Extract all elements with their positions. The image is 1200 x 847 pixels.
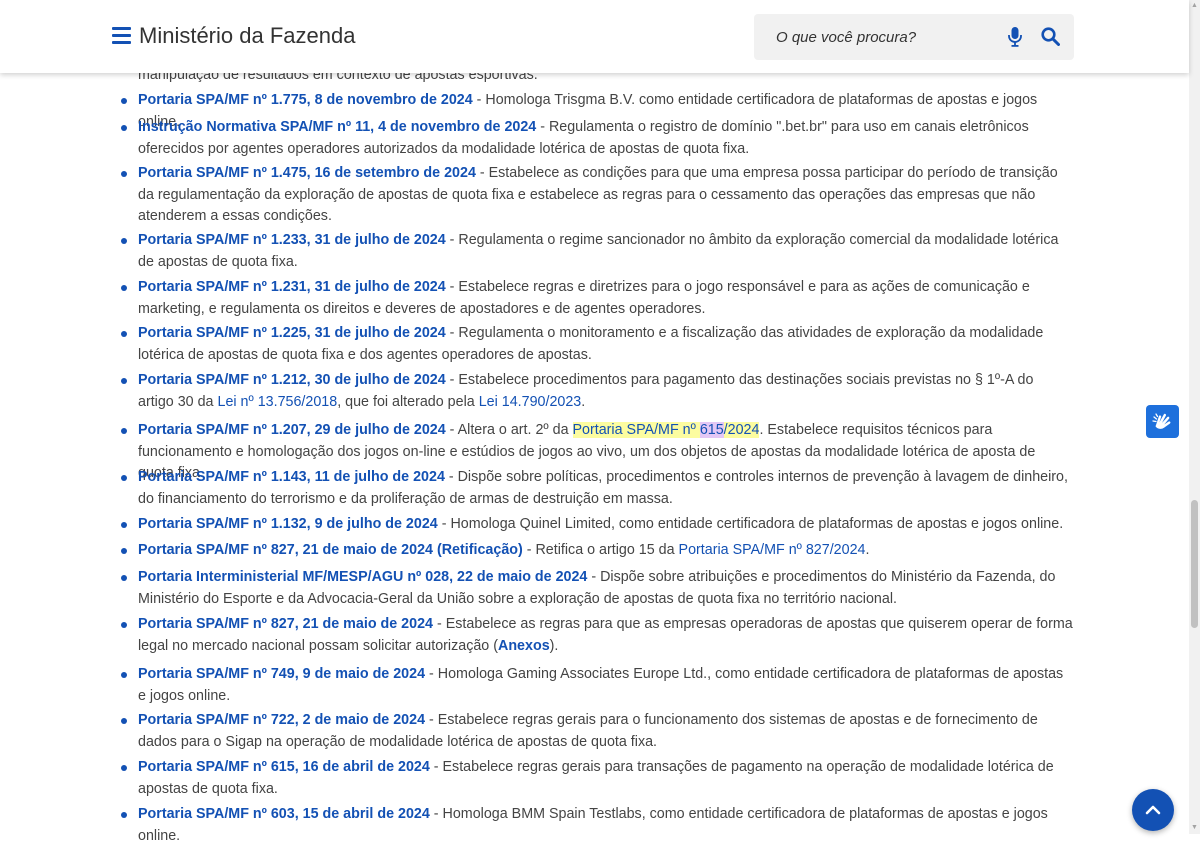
list-item: Portaria SPA/MF nº 1.212, 30 de julho de… [121, 370, 1073, 413]
site-header: Ministério da Fazenda [0, 0, 1189, 73]
document-description-end: . [581, 393, 586, 410]
bullet [121, 331, 127, 337]
list-item: Portaria SPA/MF nº 1.225, 31 de julho de… [121, 323, 1073, 366]
bullet [121, 622, 127, 628]
list-item: Portaria SPA/MF nº 1.231, 31 de julho de… [121, 277, 1073, 320]
document-link[interactable]: Portaria SPA/MF nº 749, 9 de maio de 202… [138, 666, 425, 682]
document-link[interactable]: Portaria SPA/MF nº 1.775, 8 de novembro … [138, 92, 473, 108]
list-item: Portaria SPA/MF nº 1.132, 9 de julho de … [121, 514, 1073, 536]
document-description-end: . [865, 542, 870, 558]
bullet [121, 475, 127, 481]
bullet [121, 285, 127, 291]
document-link[interactable]: Portaria SPA/MF nº 1.132, 9 de julho de … [138, 516, 438, 532]
bullet [121, 378, 127, 384]
list-item: Portaria SPA/MF nº 1.233, 31 de julho de… [121, 230, 1073, 273]
back-to-top-button[interactable] [1132, 789, 1174, 831]
law-link[interactable]: Lei 14.790/2023 [479, 394, 582, 410]
document-description: - Homologa Quinel Limited, como entidade… [437, 516, 1064, 532]
list-item: Portaria SPA/MF nº 827, 21 de maio de 20… [121, 540, 1073, 562]
scrollbar-thumb[interactable] [1191, 500, 1198, 628]
document-link[interactable]: Portaria SPA/MF nº 1.207, 29 de julho de… [138, 422, 446, 438]
list-item: Portaria SPA/MF nº 1.475, 16 de setembro… [121, 163, 1073, 228]
bullet [121, 171, 127, 177]
list-item: Portaria SPA/MF nº 615, 16 de abril de 2… [121, 757, 1073, 800]
list-item: Portaria Interministerial MF/MESP/AGU nº… [121, 567, 1073, 610]
document-description: - Retifica o artigo 15 da [522, 542, 679, 558]
search-box [754, 14, 1074, 60]
law-link[interactable]: Lei nº 13.756/2018 [218, 394, 338, 410]
document-link[interactable]: Portaria SPA/MF nº 615, 16 de abril de 2… [138, 759, 430, 775]
document-description: - Altera o art. 2º da [445, 422, 573, 438]
bullet [121, 672, 127, 678]
list-item: Portaria SPA/MF nº 1.143, 11 de julho de… [121, 467, 1073, 510]
search-input[interactable] [776, 25, 986, 49]
list-item: Portaria SPA/MF nº 722, 2 de maio de 202… [121, 710, 1073, 753]
scroll-up-arrow-icon[interactable]: ▲ [1191, 2, 1198, 9]
bullet [121, 125, 127, 131]
bullet [121, 238, 127, 244]
list-item: Portaria SPA/MF nº 749, 9 de maio de 202… [121, 664, 1073, 707]
list-item: Portaria SPA/MF nº 603, 15 de abril de 2… [121, 804, 1073, 847]
document-link[interactable]: Portaria SPA/MF nº 1.231, 31 de julho de… [138, 279, 446, 295]
document-link[interactable]: Portaria SPA/MF nº 1.143, 11 de julho de… [138, 469, 445, 485]
menu-icon[interactable] [112, 27, 132, 45]
bullet [121, 522, 127, 528]
hand-icon [1152, 413, 1171, 429]
bullet [121, 765, 127, 771]
document-list: manipulação de resultados em contexto de… [0, 0, 1189, 844]
microphone-icon[interactable] [1008, 27, 1022, 47]
list-item: Instrução Normativa SPA/MF nº 11, 4 de n… [121, 117, 1073, 160]
portaria-link[interactable]: Portaria SPA/MF nº 827/2024 [679, 542, 866, 558]
bullet [121, 575, 127, 581]
document-link[interactable]: Portaria SPA/MF nº 603, 15 de abril de 2… [138, 806, 430, 822]
document-link[interactable]: Portaria SPA/MF nº 1.212, 30 de julho de… [138, 372, 446, 388]
document-description-mid: , que foi alterado pela [337, 393, 479, 410]
bullet [121, 428, 127, 434]
portaria-link-year: /2024 [723, 422, 760, 438]
search-icon[interactable] [1041, 27, 1060, 46]
chevron-up-icon [1145, 805, 1161, 815]
bullet [121, 98, 127, 104]
search-match-highlight: 615 [699, 422, 724, 438]
site-title[interactable]: Ministério da Fazenda [139, 23, 355, 49]
document-link[interactable]: Portaria SPA/MF nº 1.233, 31 de julho de… [138, 232, 446, 248]
bullet [121, 548, 127, 554]
bullet [121, 718, 127, 724]
document-description-end: ). [549, 637, 559, 654]
document-link[interactable]: Portaria SPA/MF nº 827, 21 de maio de 20… [138, 616, 433, 632]
document-link[interactable]: Instrução Normativa SPA/MF nº 11, 4 de n… [138, 119, 536, 135]
scrollbar[interactable]: ▲ ▼ [1189, 0, 1200, 834]
document-link[interactable]: Portaria Interministerial MF/MESP/AGU nº… [138, 569, 587, 585]
bullet [121, 812, 127, 818]
document-link[interactable]: Portaria SPA/MF nº 827, 21 de maio de 20… [138, 542, 523, 558]
portaria-link[interactable]: Portaria SPA/MF nº 615/2024 [572, 422, 760, 438]
document-link[interactable]: Portaria SPA/MF nº 1.475, 16 de setembro… [138, 165, 476, 181]
scroll-down-arrow-icon[interactable]: ▼ [1191, 824, 1198, 831]
list-item: Portaria SPA/MF nº 827, 21 de maio de 20… [121, 614, 1073, 657]
anexos-link[interactable]: Anexos [498, 638, 550, 654]
document-link[interactable]: Portaria SPA/MF nº 1.225, 31 de julho de… [138, 325, 446, 341]
document-link[interactable]: Portaria SPA/MF nº 722, 2 de maio de 202… [138, 712, 425, 728]
sign-language-icon[interactable] [1146, 405, 1179, 438]
portaria-link-text: Portaria SPA/MF nº [572, 422, 700, 438]
